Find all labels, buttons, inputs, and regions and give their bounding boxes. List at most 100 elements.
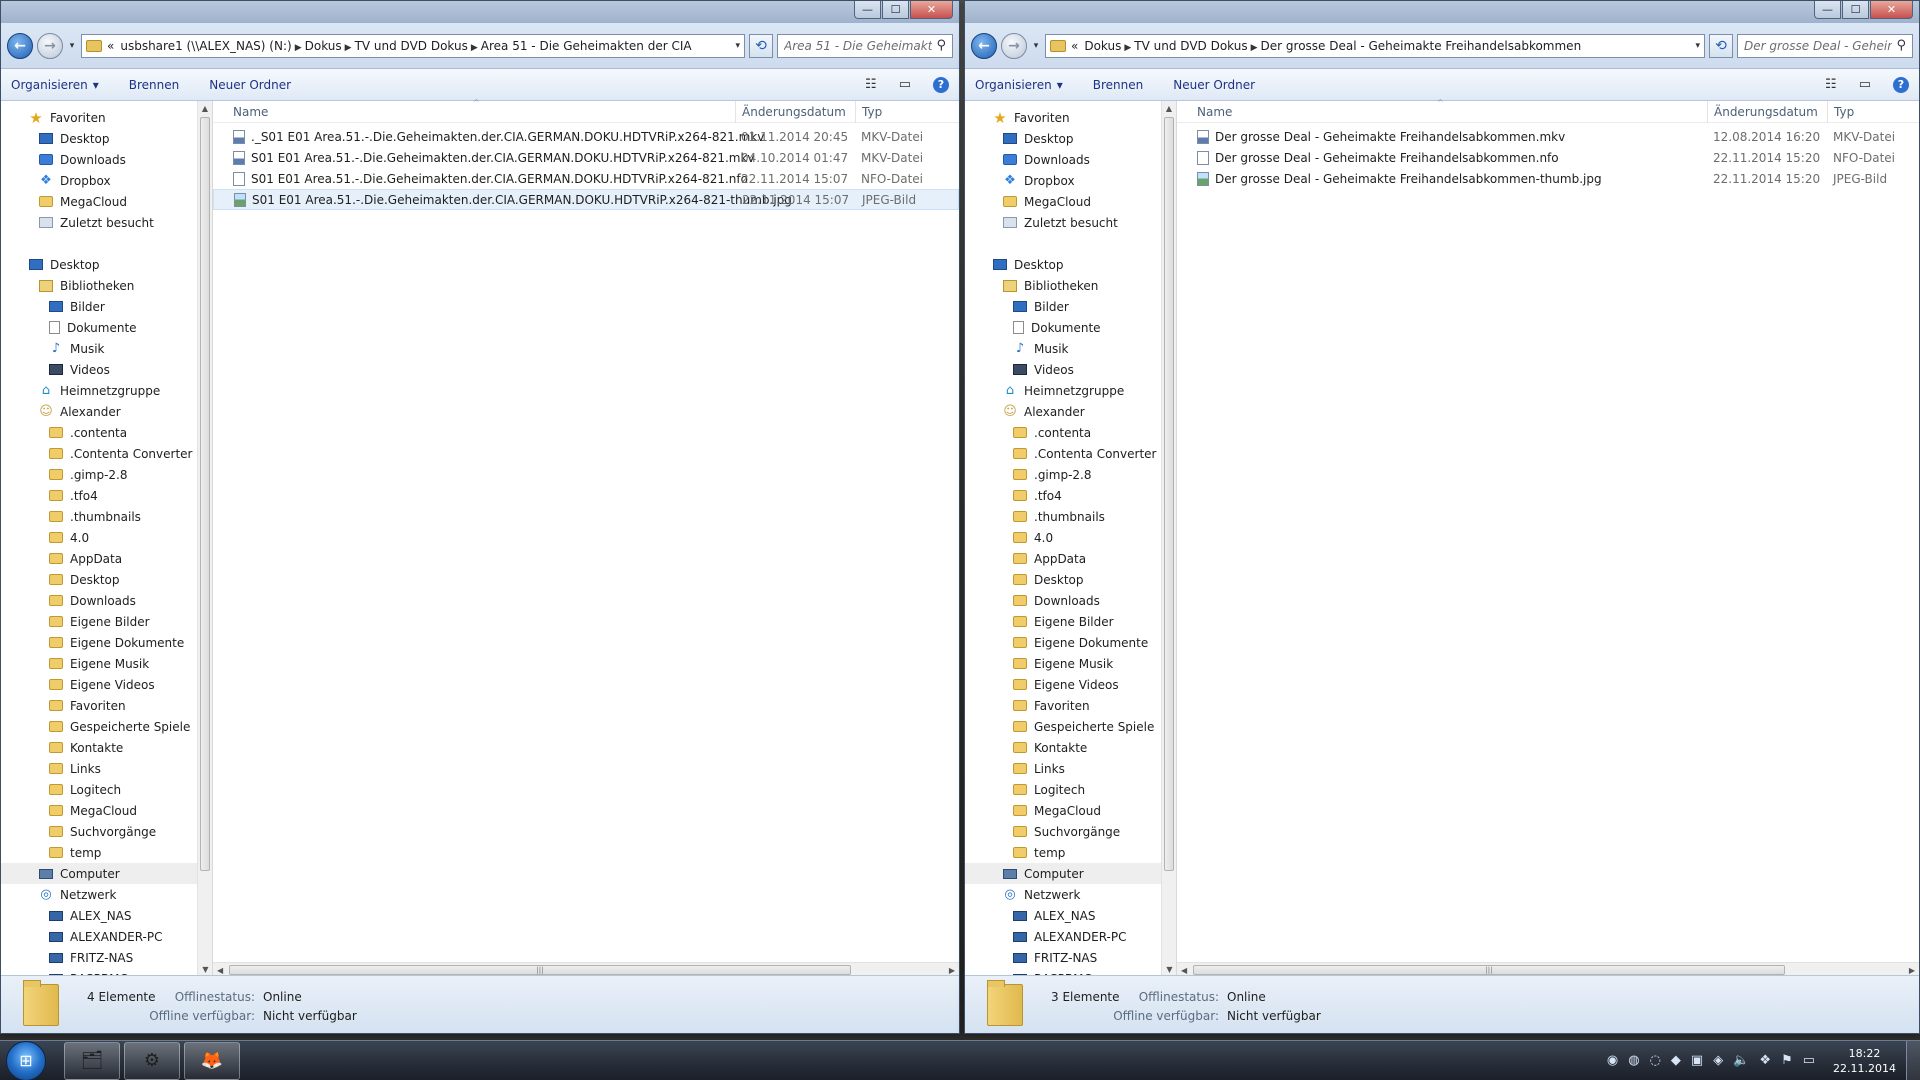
tree-favorite-item[interactable]: MegaCloud [965,191,1176,212]
tree-network-computer[interactable]: ALEXANDER-PC [965,926,1176,947]
tree-user-folder[interactable]: Suchvorgänge [965,821,1176,842]
column-date-header[interactable]: Änderungsdatum [735,100,846,123]
breadcrumb-item[interactable]: Dokus [1084,39,1121,53]
recent-pages-dropdown[interactable]: ▾ [67,41,77,51]
tree-desktop[interactable]: Desktop [965,254,1176,275]
tree-user-folder[interactable]: .contenta [1,422,212,443]
app-taskbar-icon[interactable]: ⚙ [124,1041,180,1080]
breadcrumb-item[interactable]: TV und DVD Dokus [355,39,468,53]
tray-app-icon[interactable]: ◉ [1607,1053,1618,1068]
tree-user-folder[interactable]: Links [965,758,1176,779]
tree-computer[interactable]: Computer [1,863,212,884]
tree-user-folder[interactable]: .tfo4 [1,485,212,506]
tree-user-folder[interactable]: Links [1,758,212,779]
help-icon[interactable]: ? [933,76,949,93]
column-date-header[interactable]: Änderungsdatum [1707,100,1818,123]
address-bar[interactable]: «Dokus ▶ TV und DVD Dokus ▶ Der grosse Deal … [1045,33,1705,58]
tree-favorite-item[interactable]: Desktop [965,128,1176,149]
tree-user-folder[interactable]: .thumbnails [1,506,212,527]
tray-network-icon[interactable]: ◍ [1628,1053,1639,1068]
minimize-button[interactable]: — [854,1,881,19]
column-name-header[interactable]: Name [1177,105,1232,119]
organize-button[interactable]: Organisieren ▾ [975,78,1063,92]
tree-library-item[interactable]: Videos [965,359,1176,380]
recent-pages-dropdown[interactable]: ▾ [1031,41,1041,51]
tree-favorites[interactable]: ★ Favoriten [1,107,212,128]
tree-user-folder[interactable]: 4.0 [965,527,1176,548]
tree-homegroup[interactable]: ⌂ Heimnetzgruppe [965,380,1176,401]
taskbar-clock[interactable]: 18:22 22.11.2014 [1833,1046,1896,1076]
tree-favorite-item[interactable]: Zuletzt besucht [1,212,212,233]
breadcrumb-separator-icon[interactable]: ▶ [468,43,481,53]
file-row[interactable]: S01 E01 Area.51.-.Die.Geheimakten.der.CI… [213,168,959,189]
tree-user-folder[interactable]: .Contenta Converter [1,443,212,464]
tree-user-folder[interactable]: temp [965,842,1176,863]
tree-user-folder[interactable]: temp [1,842,212,863]
burn-button[interactable]: Brennen [1093,78,1143,92]
tree-favorites[interactable]: ★ Favoriten [965,107,1176,128]
tree-user-folder[interactable]: Eigene Bilder [965,611,1176,632]
address-history-dropdown[interactable]: ▾ [1695,41,1700,51]
new-folder-button[interactable]: Neuer Ordner [1173,78,1255,92]
tree-user-folder[interactable]: Desktop [965,569,1176,590]
tree-library-item[interactable]: Videos [1,359,212,380]
show-desktop-button[interactable] [1906,1040,1920,1080]
tree-user-folder[interactable]: Favoriten [1,695,212,716]
tree-libraries[interactable]: Bibliotheken [1,275,212,296]
title-bar[interactable]: — ☐ ✕ [965,1,1919,23]
tree-user-folder[interactable]: .gimp-2.8 [965,464,1176,485]
tree-user-folder[interactable]: Downloads [965,590,1176,611]
help-icon[interactable]: ? [1893,76,1909,93]
back-button[interactable]: ← [7,32,33,59]
nav-scrollbar[interactable]: ▲ ▼ [1161,101,1176,977]
tree-homegroup[interactable]: ⌂ Heimnetzgruppe [1,380,212,401]
tray-flag-icon[interactable]: ⚑ [1781,1053,1793,1068]
breadcrumb-item[interactable]: Dokus [305,39,342,53]
tree-favorite-item[interactable]: Downloads [1,149,212,170]
tray-shield-icon[interactable]: ◈ [1713,1053,1723,1068]
file-row[interactable]: S01 E01 Area.51.-.Die.Geheimakten.der.CI… [213,147,959,168]
tree-network-computer[interactable]: ALEXANDER-PC [1,926,212,947]
title-bar[interactable]: — ☐ ✕ [1,1,959,23]
tray-nvidia-icon[interactable]: ▣ [1691,1053,1703,1068]
search-input[interactable]: Area 51 - Die Geheimakte... ⚲ [777,33,953,58]
tree-user-folder[interactable]: .contenta [965,422,1176,443]
refresh-button[interactable]: ⟲ [749,33,773,58]
file-row[interactable]: Der grosse Deal - Geheimakte Freihandels… [1177,147,1919,168]
breadcrumb-separator-icon[interactable]: ▶ [342,43,355,53]
tree-user-folder[interactable]: AppData [1,548,212,569]
tree-user-folder[interactable]: Gespeicherte Spiele [965,716,1176,737]
view-options-icon[interactable]: ☷ [1825,77,1837,92]
tree-network-computer[interactable]: FRITZ-NAS [965,947,1176,968]
tree-favorite-item[interactable]: MegaCloud [1,191,212,212]
tree-user-folder[interactable]: .thumbnails [965,506,1176,527]
tree-library-item[interactable]: ♪ Musik [1,338,212,359]
tree-user-folder[interactable]: 4.0 [1,527,212,548]
tree-library-item[interactable]: Bilder [965,296,1176,317]
breadcrumb-item[interactable]: Der grosse Deal - Geheimakte Freihandels… [1261,39,1582,53]
tree-user-folder[interactable]: Eigene Videos [965,674,1176,695]
tree-favorite-item[interactable]: ❖ Dropbox [1,170,212,191]
tree-user-folder[interactable]: Suchvorgänge [1,821,212,842]
breadcrumb-separator-icon[interactable]: ▶ [292,43,305,53]
tray-sync-icon[interactable]: ◌ [1650,1053,1661,1068]
tree-library-item[interactable]: ♪ Musik [965,338,1176,359]
search-input[interactable]: Der grosse Deal - Geheima... ⚲ [1737,33,1913,58]
organize-button[interactable]: Organisieren ▾ [11,78,99,92]
explorer-taskbar-icon[interactable]: 🗂 [64,1041,120,1080]
tray-volume-icon[interactable]: 🔈 [1733,1053,1749,1068]
tree-user-folder[interactable]: Eigene Musik [1,653,212,674]
tree-favorite-item[interactable]: ❖ Dropbox [965,170,1176,191]
breadcrumb-overflow[interactable]: « [1071,39,1078,53]
tree-favorite-item[interactable]: Desktop [1,128,212,149]
tree-user-folder[interactable]: Eigene Dokumente [965,632,1176,653]
tray-dropbox-icon[interactable]: ❖ [1759,1053,1771,1068]
maximize-button[interactable]: ☐ [882,1,909,19]
minimize-button[interactable]: — [1814,1,1841,19]
tree-user-folder[interactable]: Eigene Bilder [1,611,212,632]
forward-button[interactable]: → [37,32,63,59]
tree-user-folder[interactable]: MegaCloud [1,800,212,821]
breadcrumb-item[interactable]: usbshare1 (\\ALEX_NAS) (N:) [120,39,291,53]
column-type-header[interactable]: Typ [1827,100,1854,123]
tree-user-folder[interactable]: Desktop [1,569,212,590]
